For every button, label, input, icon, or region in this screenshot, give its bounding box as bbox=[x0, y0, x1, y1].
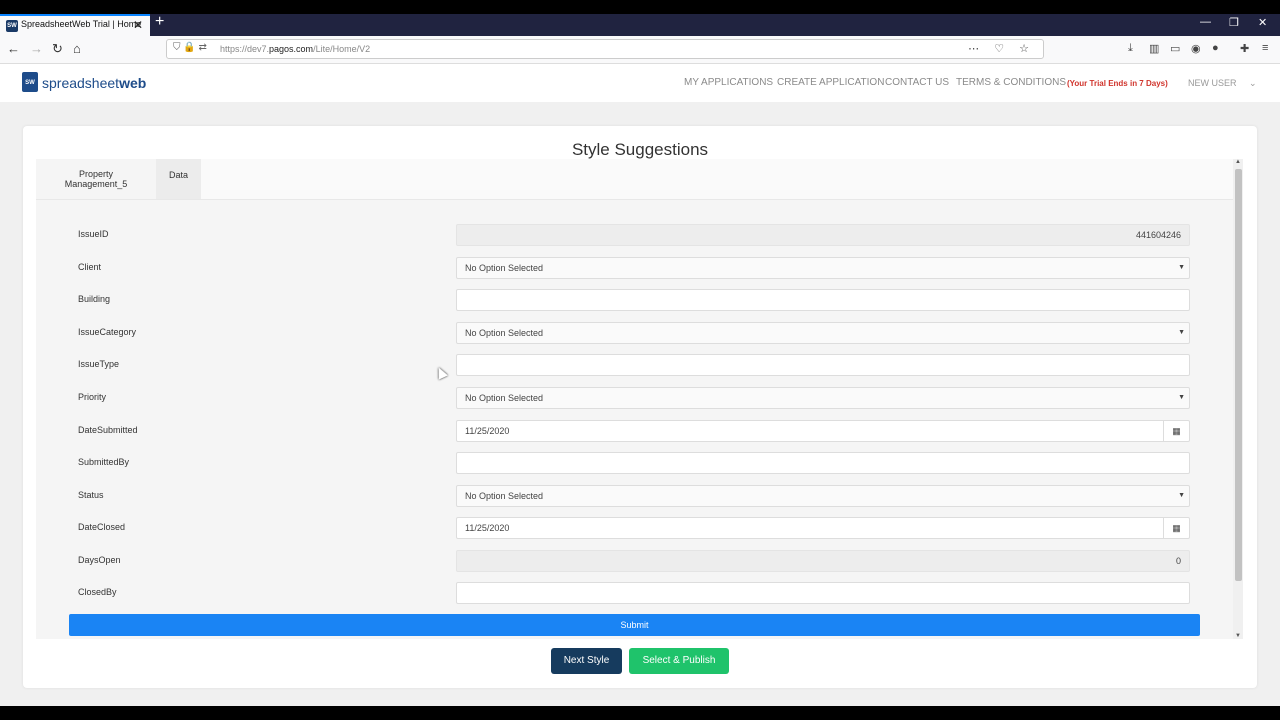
extensions-icon[interactable]: ✚ bbox=[1240, 42, 1249, 55]
form-preview: Property Management_5 Data IssueID 441604… bbox=[36, 159, 1233, 639]
client-select[interactable]: No Option Selected ▼ bbox=[456, 257, 1190, 279]
tab-title: SpreadsheetWeb Trial | Home bbox=[21, 19, 142, 29]
lock-icon: ⛉ 🔒 ⇄ bbox=[173, 42, 207, 53]
calendar-icon[interactable]: ▦ bbox=[1163, 518, 1189, 538]
submit-button[interactable]: Submit bbox=[69, 614, 1200, 636]
chevron-down-icon: ⌄ bbox=[1249, 78, 1257, 88]
tab-data[interactable]: Data bbox=[156, 159, 201, 199]
datesubmitted-input[interactable]: 11/25/2020 ▦ bbox=[456, 420, 1190, 442]
tab-strip: SW SpreadsheetWeb Trial | Home ✕ + — ❐ ✕ bbox=[0, 14, 1280, 36]
menu-terms[interactable]: TERMS & CONDITIONS bbox=[956, 77, 1066, 88]
scroll-up-icon[interactable]: ▲ bbox=[1233, 159, 1243, 165]
field-label: Priority bbox=[78, 392, 107, 402]
style-card: Style Suggestions Property Management_5 D… bbox=[23, 126, 1257, 688]
priority-select[interactable]: No Option Selected ▼ bbox=[456, 387, 1190, 409]
caret-down-icon: ▼ bbox=[1178, 492, 1185, 499]
field-label: DaysOpen bbox=[78, 555, 121, 565]
field-label: Status bbox=[78, 490, 104, 500]
logo-icon[interactable]: SW bbox=[22, 72, 38, 92]
nav-bar: ← → ↻ ⌂ ⛉ 🔒 ⇄ https://dev7.pagos.com/Lit… bbox=[0, 36, 1280, 64]
issueid-field: 441604246 bbox=[456, 224, 1190, 246]
maximize-icon[interactable]: ❐ bbox=[1229, 16, 1239, 29]
field-label: Client bbox=[78, 262, 102, 272]
minimize-icon[interactable]: — bbox=[1200, 16, 1211, 28]
account-icon[interactable]: ◉ bbox=[1191, 42, 1201, 55]
new-tab-icon[interactable]: + bbox=[155, 14, 164, 31]
menu-icon[interactable]: ≡ bbox=[1262, 42, 1268, 54]
field-label: SubmittedBy bbox=[78, 457, 130, 467]
page-actions-icon[interactable]: ⋯ ♡ ☆ bbox=[968, 42, 1035, 55]
home-icon[interactable]: ⌂ bbox=[73, 41, 81, 56]
next-style-button[interactable]: Next Style bbox=[551, 648, 622, 674]
menu-create-application[interactable]: CREATE APPLICATION bbox=[777, 77, 884, 88]
scroll-down-icon[interactable]: ▼ bbox=[1233, 633, 1243, 639]
downloads-icon[interactable]: ⤓ bbox=[1128, 42, 1133, 55]
address-bar[interactable]: ⛉ 🔒 ⇄ https://dev7.pagos.com/Lite/Home/V… bbox=[166, 39, 1044, 59]
reload-icon[interactable]: ↻ bbox=[52, 41, 63, 57]
library-icon[interactable]: ▥ bbox=[1149, 42, 1159, 55]
calendar-icon[interactable]: ▦ bbox=[1163, 421, 1189, 441]
select-publish-button[interactable]: Select & Publish bbox=[629, 648, 729, 674]
scroll-thumb[interactable] bbox=[1235, 169, 1242, 581]
field-label: DateClosed bbox=[78, 522, 126, 532]
field-label: DateSubmitted bbox=[78, 425, 138, 435]
sidebar-icon[interactable]: ▭ bbox=[1170, 42, 1180, 55]
field-label: Building bbox=[78, 294, 111, 304]
content-area: Style Suggestions Property Management_5 D… bbox=[0, 102, 1280, 706]
menu-my-applications[interactable]: MY APPLICATIONS bbox=[684, 77, 773, 88]
page-title: Style Suggestions bbox=[571, 140, 709, 159]
favicon-icon: SW bbox=[6, 20, 18, 32]
logo-text[interactable]: spreadsheetweb bbox=[42, 75, 146, 91]
menu-contact-us[interactable]: CONTACT US bbox=[885, 77, 949, 88]
field-label: IssueType bbox=[78, 359, 120, 369]
caret-down-icon: ▼ bbox=[1178, 394, 1185, 401]
daysopen-field: 0 bbox=[456, 550, 1190, 572]
trial-notice: (Your Trial Ends in 7 Days) bbox=[1067, 79, 1168, 88]
tab-property-management[interactable]: Property Management_5 bbox=[36, 159, 156, 199]
browser-tab[interactable]: SW SpreadsheetWeb Trial | Home ✕ bbox=[0, 14, 150, 36]
form-tabs: Property Management_5 Data bbox=[36, 159, 1233, 200]
field-label: IssueID bbox=[78, 229, 109, 239]
close-window-icon[interactable]: ✕ bbox=[1258, 16, 1267, 29]
browser-window: SW SpreadsheetWeb Trial | Home ✕ + — ❐ ✕… bbox=[0, 14, 1280, 706]
forward-icon[interactable]: → bbox=[30, 41, 43, 56]
extension-icon[interactable]: ● bbox=[1212, 42, 1219, 54]
close-tab-icon[interactable]: ✕ bbox=[133, 18, 143, 32]
caret-down-icon: ▼ bbox=[1178, 329, 1185, 336]
field-label: ClosedBy bbox=[78, 587, 117, 597]
dateclosed-input[interactable]: 11/25/2020 ▦ bbox=[456, 517, 1190, 539]
scrollbar[interactable]: ▲ ▼ bbox=[1233, 159, 1243, 639]
closedby-input[interactable] bbox=[456, 582, 1190, 604]
site-header: SW spreadsheetweb MY APPLICATIONS CREATE… bbox=[0, 64, 1280, 102]
field-label: IssueCategory bbox=[78, 327, 137, 337]
user-menu[interactable]: NEW USER ⌄ bbox=[1188, 78, 1257, 89]
issuecategory-select[interactable]: No Option Selected ▼ bbox=[456, 322, 1190, 344]
caret-down-icon: ▼ bbox=[1178, 264, 1185, 271]
url-text: https://dev7.pagos.com/Lite/Home/V2 bbox=[220, 44, 371, 54]
back-icon[interactable]: ← bbox=[7, 41, 20, 56]
submittedby-input[interactable] bbox=[456, 452, 1190, 474]
building-input[interactable] bbox=[456, 289, 1190, 311]
issuetype-input[interactable] bbox=[456, 354, 1190, 376]
status-select[interactable]: No Option Selected ▼ bbox=[456, 485, 1190, 507]
